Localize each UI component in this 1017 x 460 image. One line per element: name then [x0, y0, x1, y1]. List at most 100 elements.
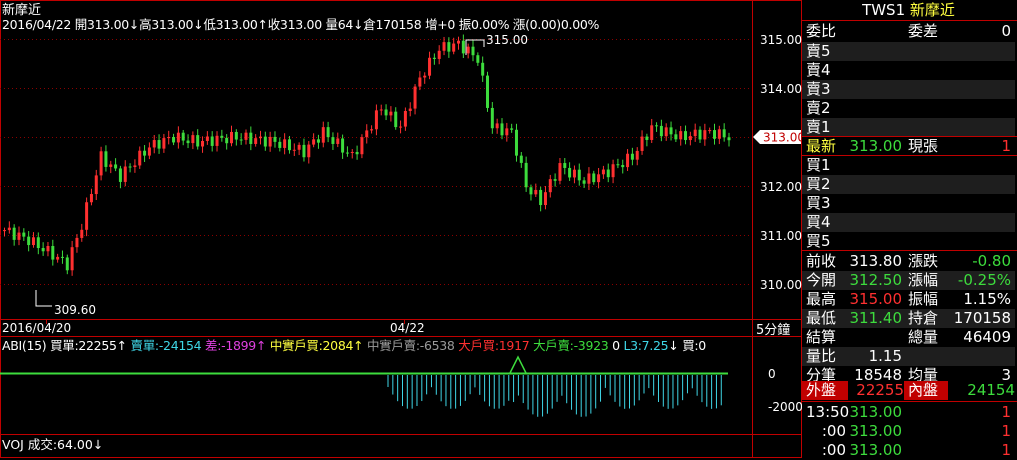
last-label: 最新 [806, 137, 837, 155]
stats-row: 最高 315.00 振幅 1.15% [802, 290, 1015, 309]
bid-label: 買3 [806, 194, 831, 212]
candle-body [394, 111, 398, 128]
ask-row[interactable]: 賣1 [802, 118, 1015, 137]
candle-body [572, 169, 576, 178]
price-tick: 311.00 [760, 229, 802, 243]
ask-row[interactable]: 賣4 [802, 61, 1015, 80]
ratio-label: 委比 [806, 22, 837, 40]
candle-body [674, 134, 678, 140]
tick-time: :00 [821, 441, 846, 459]
stat-value: -0.25% [957, 271, 1011, 289]
candle-body [138, 150, 142, 166]
stat-value: 311.40 [849, 309, 903, 327]
candle-body [650, 125, 654, 140]
current-vol-value: 1 [1001, 137, 1011, 155]
candle-body [529, 187, 533, 195]
candle-body [287, 139, 291, 151]
bid-row[interactable]: 買4 [802, 213, 1015, 232]
info-item: ↓ [353, 17, 364, 32]
candlesticks [3, 34, 731, 276]
indicator-item: 大戶賣:-3923 [533, 338, 609, 353]
ask-row[interactable]: 賣5 [802, 42, 1015, 61]
info-item: 收313.00 [267, 17, 322, 32]
chart-area[interactable]: 315.00 309.60 315.00 314.00 312.00 311.0… [0, 0, 802, 458]
abi-bars [387, 375, 722, 417]
tick-row[interactable]: :00 313.00 1 [802, 441, 1015, 460]
candle-body [601, 169, 605, 175]
info-item: 低313.00 [203, 17, 258, 32]
indicator-item: 中實戶賣:-6538 [367, 338, 455, 353]
candle-body [548, 179, 552, 193]
tick-row[interactable]: :00 313.00 1 [802, 422, 1015, 441]
candle-body [423, 75, 427, 78]
quote-panel[interactable]: TWS1 新摩近 委比 委差 0 賣5 賣4 賣3 賣2 賣1 最新 313.0… [802, 0, 1017, 460]
candle-body [360, 137, 364, 155]
order-ratio-row: 委比 委差 0 [802, 22, 1015, 41]
candle-body [56, 256, 60, 260]
candle-body [292, 149, 296, 151]
candle-body [80, 229, 84, 238]
candle-body [413, 86, 417, 109]
candle-body [577, 169, 581, 181]
diff-value: 0 [1001, 22, 1011, 40]
indicator-item: 差:-1899 [205, 338, 256, 353]
bid-row[interactable]: 買1 [802, 156, 1015, 175]
candle-body [505, 128, 509, 136]
tick-price: 313.00 [849, 441, 903, 459]
bid-row[interactable]: 買3 [802, 194, 1015, 213]
candle-body [147, 147, 151, 156]
chart-title: 新摩近 [2, 3, 42, 18]
stat-value: 1.15% [963, 290, 1011, 308]
tick-volume: 1 [1001, 403, 1011, 421]
candle-body [3, 230, 6, 232]
candle-body [31, 237, 35, 246]
candle-body [172, 137, 176, 143]
candle-body [234, 131, 238, 140]
low-annotation: 309.60 [35, 290, 96, 317]
tick-volume: 1 [1001, 441, 1011, 459]
indicator-item: ↓ [668, 338, 679, 353]
stats-row: 量比 1.15 [802, 347, 1015, 366]
candle-body [225, 137, 229, 144]
candle-body [123, 166, 127, 182]
indicator-tick: 0 [768, 367, 776, 381]
price-tick: 312.00 [760, 180, 802, 194]
bid-label: 買1 [806, 156, 831, 174]
current-price-label: 313.00 [763, 131, 802, 145]
bid-row[interactable]: 買2 [802, 175, 1015, 194]
candle-body [196, 135, 200, 147]
candle-body [186, 140, 190, 144]
tick-row[interactable]: 13:50 313.00 1 [802, 403, 1015, 422]
candle-body [432, 57, 436, 59]
indicator-item: 大戶買:1917 [458, 338, 530, 353]
candle-body [457, 40, 461, 44]
candle-body [616, 164, 620, 166]
candle-body [543, 192, 547, 206]
stats-row: 前收 313.80 漲跌 -0.80 [802, 252, 1015, 271]
info-item: ↓ [193, 17, 204, 32]
outer-value: 22255 [848, 381, 904, 400]
candle-body [312, 139, 316, 145]
price-grid [0, 39, 752, 285]
candle-body [341, 138, 345, 153]
candle-body [669, 127, 673, 135]
candle-body [447, 42, 451, 52]
candle-body [75, 237, 79, 248]
info-item: 漲(0.00)0.00% [512, 17, 600, 32]
ask-row[interactable]: 賣2 [802, 99, 1015, 118]
candle-body [563, 163, 567, 168]
stat-label: 今開 [806, 271, 837, 289]
candle-body [278, 141, 282, 148]
candle-body [302, 144, 306, 158]
candle-body [205, 136, 209, 141]
candle-body [27, 236, 31, 246]
ask-label: 賣5 [806, 42, 831, 60]
candle-body [524, 162, 528, 188]
bid-row[interactable]: 買5 [802, 232, 1015, 251]
volume-arrow: ↓ [92, 437, 104, 452]
candle-body [379, 109, 383, 111]
ask-row[interactable]: 賣3 [802, 80, 1015, 99]
candle-body [703, 130, 707, 140]
candle-body [258, 136, 262, 139]
stats-row: 結算 總量 46409 [802, 328, 1015, 347]
